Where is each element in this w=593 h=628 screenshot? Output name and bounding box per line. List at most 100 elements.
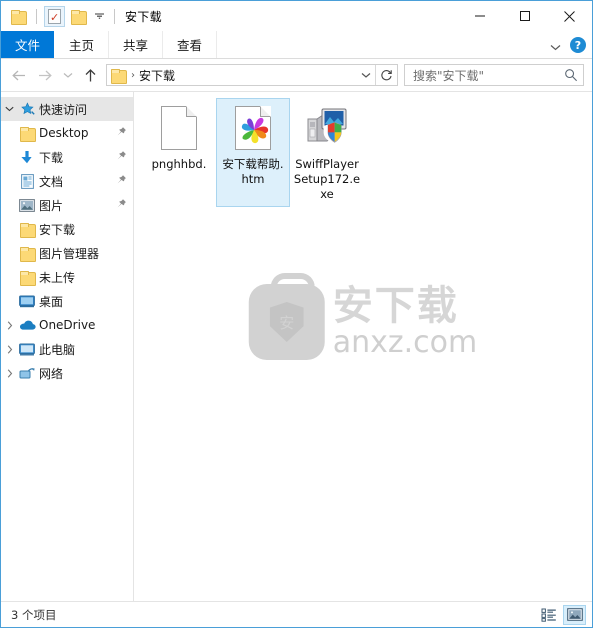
blank-document-icon <box>161 103 197 153</box>
cloud-icon <box>18 319 36 331</box>
title-separator <box>114 8 115 24</box>
minimize-button[interactable] <box>457 1 502 31</box>
sidebar-item-label: OneDrive <box>39 318 96 332</box>
window-body: 快速访问 Desktop 下载 文档 图片 安下载 图片管理器 未上传 桌面 O… <box>1 91 592 601</box>
watermark-chinese: 安下载 <box>332 283 459 329</box>
breadcrumb-path[interactable]: 安下载 <box>139 67 356 84</box>
document-icon <box>18 173 36 189</box>
file-name: 安下载帮助.htm <box>222 157 284 186</box>
folder-icon <box>18 222 36 238</box>
sidebar-item-label: 桌面 <box>39 294 64 309</box>
setup-executable-icon <box>305 103 349 153</box>
app-folder-icon[interactable] <box>8 6 29 27</box>
picture-icon <box>18 198 36 212</box>
sidebar-item-documents[interactable]: 文档 <box>1 169 133 193</box>
tab-view[interactable]: 查看 <box>163 31 218 58</box>
properties-button[interactable]: ✓ <box>44 5 65 27</box>
tab-share[interactable]: 共享 <box>109 31 164 58</box>
expander-chevron-right-icon[interactable] <box>1 320 18 330</box>
tab-file[interactable]: 文件 <box>1 31 56 58</box>
sidebar-item-pictures[interactable]: 图片 <box>1 193 133 217</box>
minimize-icon <box>474 15 485 17</box>
large-icons-view-button[interactable] <box>563 604 586 625</box>
sidebar-item-desktop[interactable]: Desktop <box>1 121 133 145</box>
file-list-pane[interactable]: pnghhbd. 安下载帮助.htm SwiffPlayerSetup172.e… <box>134 92 592 601</box>
ribbon-tabs: 文件 主页 共享 查看 ? <box>1 31 592 59</box>
up-button[interactable] <box>78 63 102 87</box>
chevron-down-icon <box>361 72 370 78</box>
item-count: 3 个项目 <box>11 607 57 622</box>
maximize-button[interactable] <box>502 1 547 31</box>
pin-icon[interactable] <box>116 150 127 164</box>
sidebar-item-downloads[interactable]: 下载 <box>1 145 133 169</box>
star-icon <box>18 101 36 117</box>
close-button[interactable] <box>547 1 592 31</box>
navigation-pane: 快速访问 Desktop 下载 文档 图片 安下载 图片管理器 未上传 桌面 O… <box>1 92 134 601</box>
search-input[interactable]: 搜索"安下载" <box>413 67 564 84</box>
pin-icon[interactable] <box>116 126 127 140</box>
address-folder-icon <box>111 68 127 84</box>
details-view-icon <box>541 608 556 622</box>
refresh-button[interactable] <box>376 65 397 85</box>
large-icons-view-icon <box>566 608 583 621</box>
expander-chevron-right-icon[interactable] <box>1 344 18 354</box>
recent-locations-button[interactable] <box>59 63 76 87</box>
customize-qat-dropdown[interactable] <box>92 6 106 26</box>
sidebar-item-label: 快速访问 <box>39 102 88 117</box>
folder-icon <box>18 126 36 142</box>
address-bar[interactable]: › 安下载 <box>106 64 398 86</box>
file-item-swiffplayer-setup[interactable]: SwiffPlayerSetup172.exe <box>290 98 364 207</box>
refresh-icon <box>381 69 392 80</box>
new-folder-button[interactable] <box>68 6 89 27</box>
sidebar-item-network[interactable]: 网络 <box>1 361 133 385</box>
window-controls <box>457 1 592 31</box>
back-button[interactable] <box>7 63 31 87</box>
ribbon-right-controls: ? <box>550 31 586 59</box>
chevron-down-icon <box>63 72 72 78</box>
site-watermark: 安 安下载 anxz.com <box>248 273 478 360</box>
expander-chevron-right-icon[interactable] <box>1 368 18 378</box>
address-dropdown-button[interactable] <box>356 65 375 85</box>
pin-icon[interactable] <box>116 198 127 212</box>
title-bar: ✓ 安下载 <box>1 1 592 31</box>
pin-icon[interactable] <box>116 174 127 188</box>
watermark-domain: anxz.com <box>332 325 478 360</box>
file-item-anxiazai-help-htm[interactable]: 安下载帮助.htm <box>216 98 290 207</box>
expand-ribbon-button[interactable] <box>550 36 561 55</box>
expander-chevron-down-icon[interactable] <box>1 106 18 112</box>
search-icon[interactable] <box>564 68 578 82</box>
sidebar-item-this-pc[interactable]: 此电脑 <box>1 337 133 361</box>
file-name: pnghhbd. <box>151 157 207 171</box>
sidebar-item-label: 此电脑 <box>39 342 76 357</box>
chevron-down-icon <box>94 13 104 19</box>
navigation-bar: › 安下载 搜索"安下载" <box>1 59 592 91</box>
sidebar-item-label: 网络 <box>39 366 64 381</box>
details-view-button[interactable] <box>537 605 560 625</box>
tab-home[interactable]: 主页 <box>55 31 110 58</box>
file-item-pnghhbd[interactable]: pnghhbd. <box>142 98 216 207</box>
search-box[interactable]: 搜索"安下载" <box>404 64 584 86</box>
network-icon <box>18 367 36 380</box>
sidebar-item-picture-manager[interactable]: 图片管理器 <box>1 241 133 265</box>
sidebar-item-label: 图片 <box>39 198 64 213</box>
sidebar-item-desktop-cn[interactable]: 桌面 <box>1 289 133 313</box>
file-explorer-window: ✓ 安下载 文件 主页 共享 查看 ? › 安下载 搜索"安下载" 快速访问 D… <box>0 0 593 628</box>
folder-icon <box>18 270 36 286</box>
help-button[interactable]: ? <box>570 37 586 53</box>
properties-check-icon: ✓ <box>48 8 61 24</box>
sidebar-item-label: 未上传 <box>39 270 76 285</box>
forward-button[interactable] <box>33 63 57 87</box>
watermark-shield-glyph: 安 <box>269 302 304 342</box>
sidebar-item-quick-access[interactable]: 快速访问 <box>1 97 133 121</box>
status-bar: 3 个项目 <box>1 601 592 627</box>
sidebar-item-onedrive[interactable]: OneDrive <box>1 313 133 337</box>
sidebar-item-not-uploaded[interactable]: 未上传 <box>1 265 133 289</box>
sidebar-item-label: 图片管理器 <box>39 246 100 261</box>
window-title: 安下载 <box>125 9 162 24</box>
html-pinwheel-document-icon <box>235 103 271 153</box>
arrow-up-icon <box>85 68 95 81</box>
sidebar-item-anxiazai[interactable]: 安下载 <box>1 217 133 241</box>
arrow-left-icon <box>12 70 25 80</box>
arrow-right-icon <box>39 70 52 80</box>
sidebar-item-label: 下载 <box>39 150 64 165</box>
